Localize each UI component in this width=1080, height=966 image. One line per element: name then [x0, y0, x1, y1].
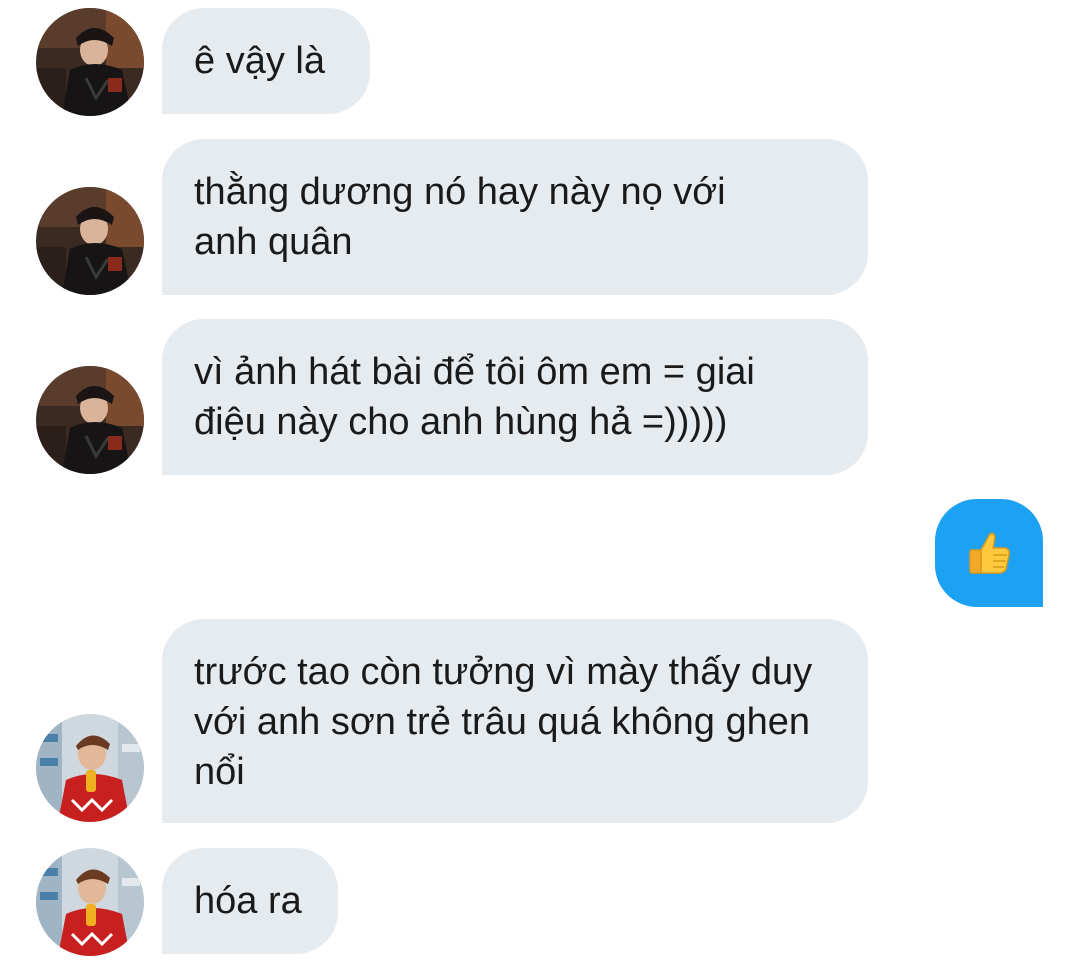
avatar[interactable] — [36, 714, 144, 822]
outgoing-message-bubble[interactable] — [935, 499, 1043, 607]
message-text: vì ảnh hát bài để tôi ôm em = giai điệu … — [194, 351, 766, 443]
message-text: trước tao còn tưởng vì mày thấy duy với … — [194, 651, 823, 793]
avatar-icon — [36, 187, 144, 295]
avatar[interactable] — [36, 848, 144, 956]
message-text: hóa ra — [194, 880, 302, 922]
avatar[interactable] — [36, 187, 144, 295]
avatar-icon — [36, 8, 144, 116]
avatar-icon — [36, 848, 144, 956]
avatar-icon — [36, 366, 144, 474]
message-bubble[interactable]: trước tao còn tưởng vì mày thấy duy với … — [162, 619, 868, 823]
message-text: thằng dương nó hay này nọ với anh quân — [194, 171, 737, 263]
thumbs-up-icon — [969, 532, 1010, 574]
message-bubble[interactable]: hóa ra — [162, 848, 338, 954]
message-text: ê vậy là — [194, 40, 325, 82]
avatar[interactable] — [36, 366, 144, 474]
avatar[interactable] — [36, 8, 144, 116]
message-bubble[interactable]: vì ảnh hát bài để tôi ôm em = giai điệu … — [162, 319, 868, 475]
avatar-icon — [36, 714, 144, 822]
message-bubble[interactable]: ê vậy là — [162, 8, 370, 114]
message-bubble[interactable]: thằng dương nó hay này nọ với anh quân — [162, 139, 868, 295]
